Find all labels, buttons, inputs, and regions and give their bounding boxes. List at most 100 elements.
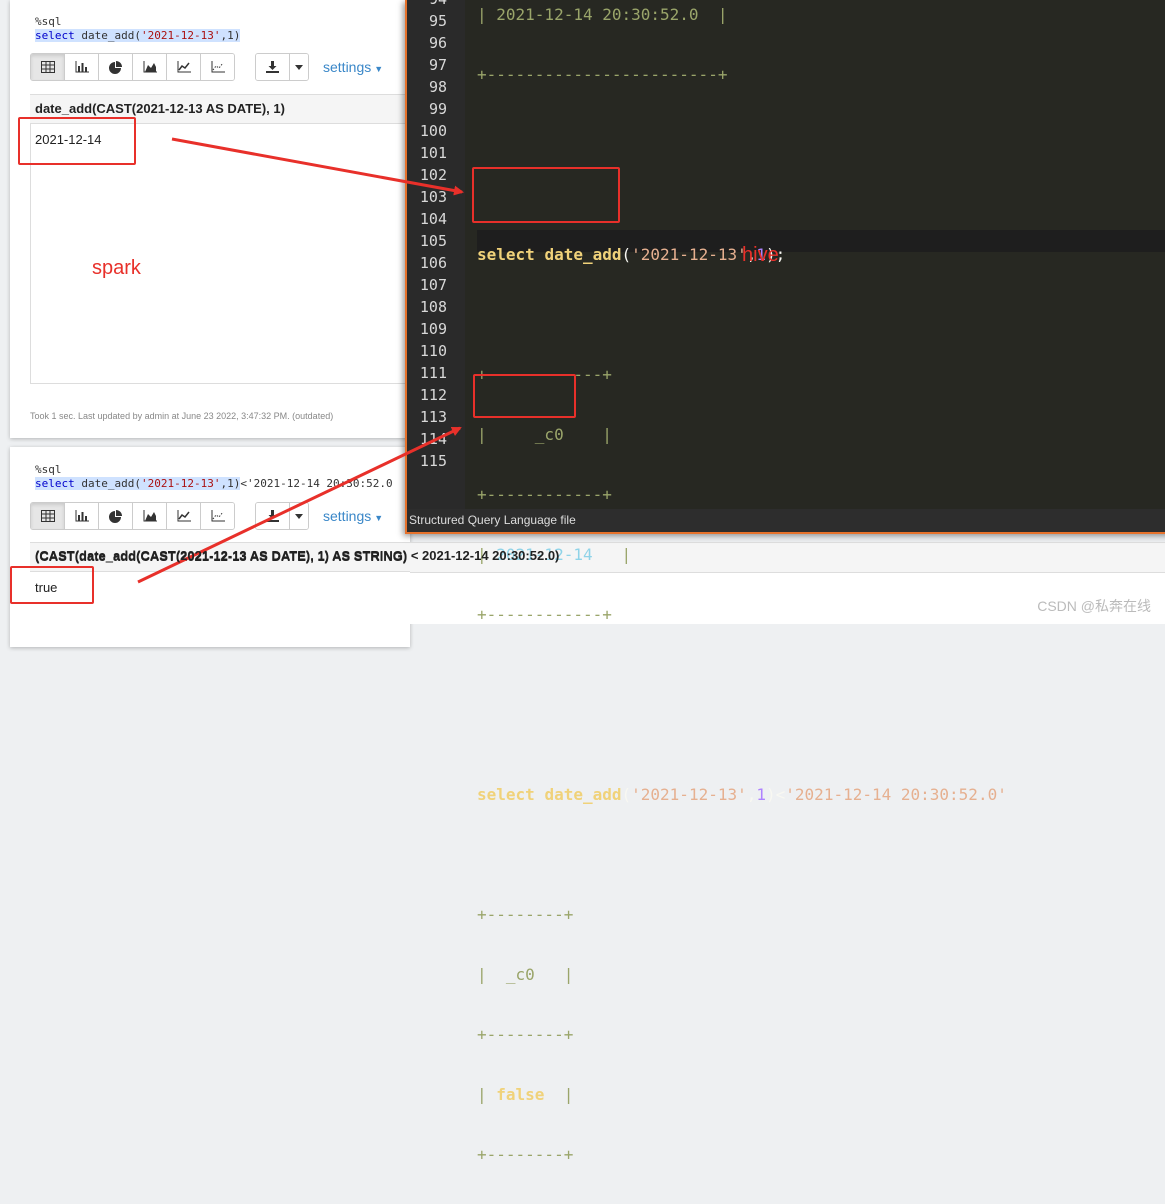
settings-link[interactable]: settings ▼ [323,59,383,75]
table-header: | _c0 | [477,965,574,984]
settings-label: settings [323,508,372,524]
scatter-chart-icon [211,61,225,73]
line-number: 95 [428,12,447,30]
line-number: 98 [428,78,447,96]
bar-chart-button[interactable] [65,503,99,529]
code-line: +--------+ [477,1144,1165,1166]
settings-label: settings [323,59,372,75]
table-header: | _c0 | [477,425,612,444]
sql-keyword: select [35,29,75,42]
area-chart-button[interactable] [133,54,167,80]
chart-type-buttons [30,502,235,530]
bar-chart-icon [75,61,89,73]
line-number: 100 [419,122,447,140]
line-number: 101 [419,144,447,162]
line-number: 110 [419,342,447,360]
code-line: select date_add('2021-12-13',1)<'2021-12… [477,785,1007,804]
code-line: select date_add('2021-12-13',1); [477,245,786,264]
sql-comparison: <'2021-12-14 20:30:52.0 [240,477,393,490]
bar-chart-icon [75,510,89,522]
line-numbers: 94 95 96 97 98 99 100 101 102 103 104 105 106 107 108 1… [407,0,447,472]
line-number: 111 [419,364,447,382]
line-number: 99 [428,100,447,118]
annotation-spark: spark [92,257,141,279]
caret-down-icon: ▼ [374,513,384,523]
sql-keyword: select [35,477,75,490]
download-icon [266,61,279,73]
scatter-chart-button[interactable] [201,503,234,529]
area-chart-icon [143,510,157,522]
line-chart-button[interactable] [167,503,201,529]
highlight-box-hive-result [472,167,620,223]
download-dropdown-button[interactable] [290,503,308,529]
sql-tail: ,1) [220,477,241,490]
table-view-button[interactable] [31,54,65,80]
sql-number: 1 [756,785,767,804]
line-number: 94 [407,0,447,10]
scatter-chart-button[interactable] [201,54,234,80]
table-border: +--------+ [477,1025,574,1044]
line-number: 104 [419,210,447,228]
bar-chart-button[interactable] [65,54,99,80]
line-number: 109 [419,320,447,338]
line-number-gutter: 94 95 96 97 98 99 100 101 102 103 104 105 106 107 108 1… [407,0,465,509]
code-editor[interactable]: %sql select date_add('2021-12-13',1) [35,15,241,43]
line-number: 106 [419,254,447,272]
caret-down-icon [295,513,303,519]
table-icon [40,510,55,522]
sql-string: '2021-12-14 20:30:52.0' [785,785,1007,804]
annotation-hive: hive [742,244,779,266]
pie-chart-button[interactable] [99,503,133,529]
display-toolbar: settings ▼ [30,53,383,81]
pie-chart-icon [109,509,122,523]
table-border: +--------+ [477,905,574,924]
code-line: +------------+ [477,364,1165,386]
display-toolbar: settings ▼ [30,502,383,530]
chart-type-buttons [30,53,235,81]
text-editor-window: 94 95 96 97 98 99 100 101 102 103 104 105 106 107 108 1… [405,0,1165,1164]
area-chart-button[interactable] [133,503,167,529]
pie-chart-icon [109,60,122,74]
settings-link[interactable]: settings ▼ [323,508,383,524]
code-line: | false | [477,1085,574,1104]
interpreter-tag: %sql [35,15,62,28]
download-button[interactable] [256,503,290,529]
code-line: | 2021-12-14 20:30:52.0 | [477,4,1165,26]
table-border: +------------+ [477,605,612,624]
scatter-chart-icon [211,510,225,522]
line-chart-icon [177,61,191,73]
line-chart-icon [177,510,191,522]
code-line: +--------+ [477,1024,1165,1046]
download-button[interactable] [256,54,290,80]
status-bar: Structured Query Language file [407,509,1165,532]
code-line: +------------+ [477,484,1165,506]
line-chart-button[interactable] [167,54,201,80]
table-view-button[interactable] [31,503,65,529]
line-number: 112 [419,386,447,404]
line-number: 108 [419,298,447,316]
result-column-header-full: (CAST(date_add(CAST(2021-12-13 AS DATE),… [35,548,560,563]
code-line: | _c0 | [477,964,1165,986]
sql-keyword: select [477,785,535,804]
pie-chart-button[interactable] [99,54,133,80]
paragraph-footer: Took 1 sec. Last updated by admin at Jun… [30,411,334,421]
notebook-paragraph-1: %sql select date_add('2021-12-13',1) set… [10,0,410,438]
download-dropdown-button[interactable] [290,54,308,80]
code-editor[interactable]: %sql select date_add('2021-12-13',1)<'20… [35,463,415,491]
code-line: +------------------------+ [477,64,1165,86]
code-line: | _c0 | [477,424,1165,446]
area-chart-icon [143,61,157,73]
watermark: CSDN @私奔在线 [1037,598,1151,614]
sql-string: '2021-12-13' [631,785,747,804]
line-number: 107 [419,276,447,294]
download-group [255,502,309,530]
line-number: 114 [419,430,447,448]
sql-function: date_add( [74,477,141,490]
highlight-box-spark-true [10,566,94,604]
caret-down-icon [295,64,303,70]
highlight-box-hive-false [473,374,576,418]
line-number: 102 [419,166,447,184]
